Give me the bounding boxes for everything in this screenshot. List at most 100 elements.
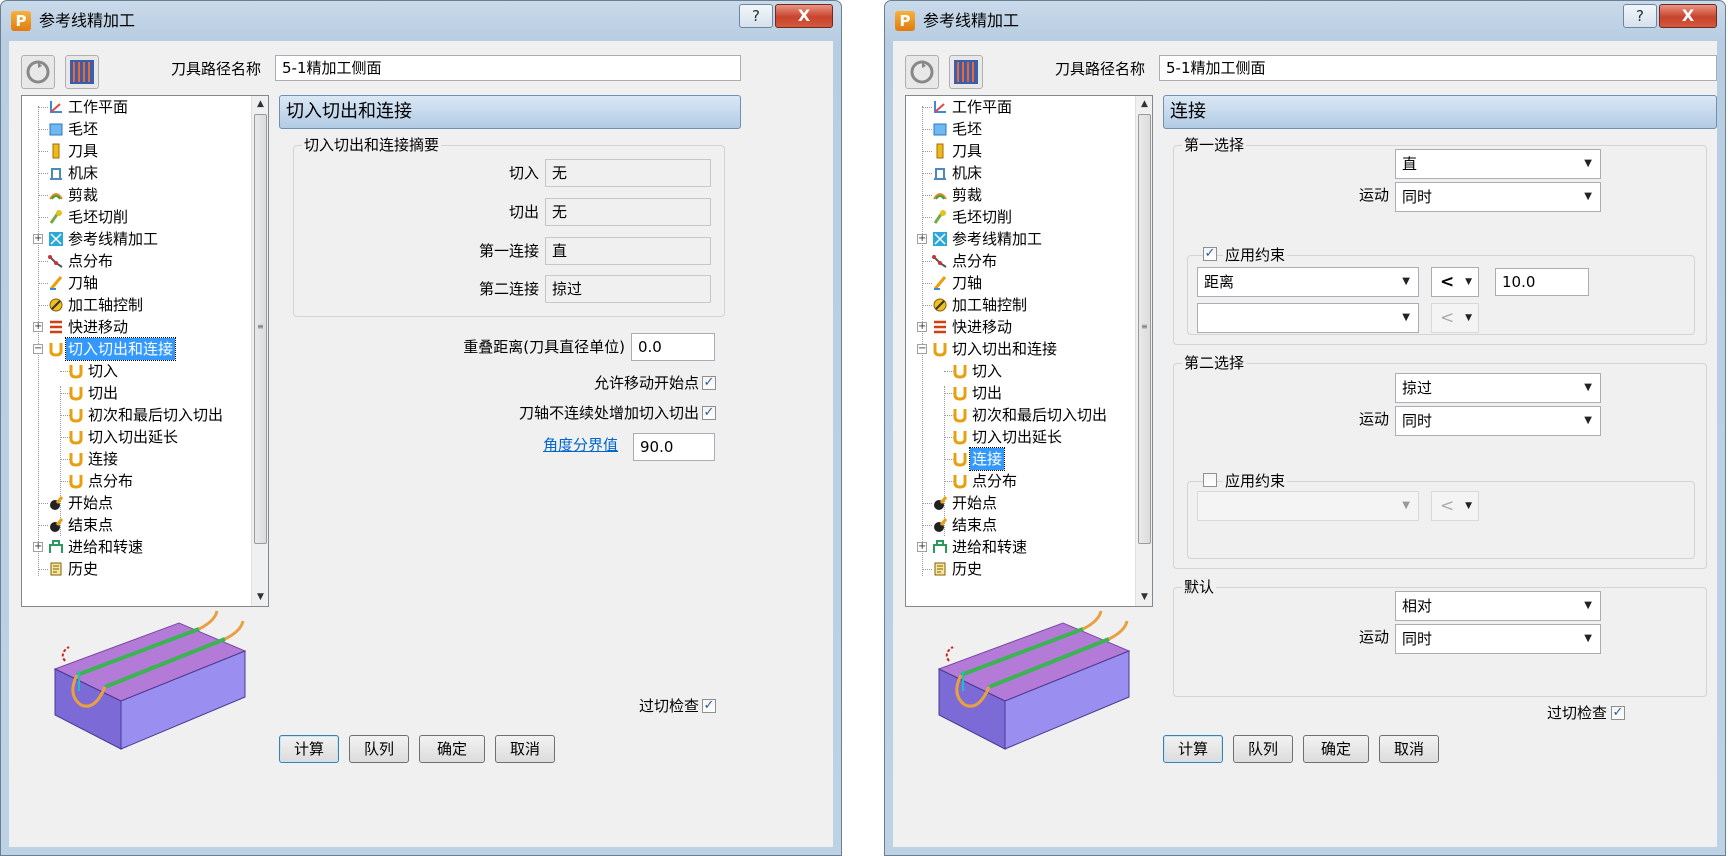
lead-extension-icon xyxy=(69,431,83,445)
expand-icon[interactable]: + xyxy=(917,542,927,552)
collapse-icon[interactable]: − xyxy=(33,344,43,354)
first-choice-select[interactable]: 直 ▼ xyxy=(1395,149,1601,179)
constraint-value-field[interactable]: 10.0 xyxy=(1495,268,1589,296)
recycle-icon xyxy=(26,60,50,84)
second-link-value: 掠过 xyxy=(545,275,711,303)
calculate-button[interactable]: 计算 xyxy=(1163,735,1223,763)
expand-icon[interactable]: + xyxy=(33,542,43,552)
overlap-label: 重叠距离(刀具直径单位) xyxy=(463,338,625,356)
allow-move-start-checkbox[interactable]: ✓ xyxy=(702,376,716,390)
apply-constraint-2-checkbox[interactable] xyxy=(1203,473,1217,487)
recycle-toolpath-button[interactable] xyxy=(21,55,55,89)
start-point-icon xyxy=(934,496,948,510)
toolpath-preview-button[interactable] xyxy=(65,55,99,89)
toolpath-name-field[interactable]: 5-1精加工侧面 xyxy=(275,55,741,81)
powermill-app-icon: P xyxy=(11,11,31,31)
dropdown-arrow-icon: ▼ xyxy=(1584,191,1592,202)
first-choice-title: 第一选择 xyxy=(1182,135,1247,155)
lead-out-label: 切出 xyxy=(508,203,539,221)
overlap-field[interactable]: 0.0 xyxy=(631,333,715,361)
second-motion-select[interactable]: 同时 ▼ xyxy=(1395,406,1601,436)
lead-out-icon xyxy=(69,387,83,401)
gouge-check-checkbox[interactable]: ✓ xyxy=(1611,706,1625,720)
axis-control-icon xyxy=(49,298,63,312)
dropdown-arrow-icon: ▼ xyxy=(1584,415,1592,426)
constraint-2-operator-select[interactable]: < ▼ xyxy=(1431,303,1479,333)
scroll-up-icon[interactable]: ▲ xyxy=(252,96,268,113)
default-title: 默认 xyxy=(1182,577,1217,597)
lead-in-icon xyxy=(69,365,83,379)
point-distribution-icon xyxy=(953,475,967,489)
gouge-check-checkbox[interactable]: ✓ xyxy=(702,699,716,713)
stock-cut-icon xyxy=(933,210,946,224)
toolpath-preview-button[interactable] xyxy=(949,55,983,89)
rapid-move-icon xyxy=(50,320,62,334)
help-button[interactable]: ? xyxy=(1623,4,1657,28)
queue-button[interactable]: 队列 xyxy=(349,735,409,763)
lead-in-icon xyxy=(953,365,967,379)
allow-move-start-label: 允许移动开始点 xyxy=(593,374,699,392)
close-button[interactable]: X xyxy=(1659,4,1717,28)
strategy-preview-image xyxy=(53,610,247,750)
recycle-toolpath-button[interactable] xyxy=(905,55,939,89)
tool-icon xyxy=(936,143,944,159)
scroll-thumb[interactable]: ≡ xyxy=(254,114,267,544)
accept-button[interactable]: 确定 xyxy=(1303,735,1369,763)
point-distribution-icon xyxy=(69,475,83,489)
dropdown-arrow-icon: ▼ xyxy=(1584,158,1592,169)
close-button[interactable]: X xyxy=(775,4,833,28)
rapid-move-icon xyxy=(934,320,946,334)
title-bar[interactable]: P 参考线精加工 ? X xyxy=(1,1,841,41)
angle-threshold-field[interactable]: 90.0 xyxy=(633,433,715,461)
second-motion-label: 运动 xyxy=(1358,410,1389,428)
second-choice-select[interactable]: 掠过 ▼ xyxy=(1395,373,1601,403)
expand-icon[interactable]: + xyxy=(33,322,43,332)
queue-button[interactable]: 队列 xyxy=(1233,735,1293,763)
cancel-button[interactable]: 取消 xyxy=(1379,735,1439,763)
scroll-down-icon[interactable]: ▼ xyxy=(1136,589,1152,606)
history-icon xyxy=(50,562,62,576)
collapse-icon[interactable]: − xyxy=(917,344,927,354)
strategy-tree[interactable]: 工作平面 毛坯 刀具 机床 剪裁 毛坯切削 + 参考线精加工 点分布 刀轴 加工轴… xyxy=(21,95,269,607)
second-choice-title: 第二选择 xyxy=(1182,353,1247,373)
dropdown-arrow-icon: ▼ xyxy=(1465,277,1472,287)
constraint-3-operator-select[interactable]: < ▼ xyxy=(1431,491,1479,521)
constraint-2-type-select[interactable]: ▼ xyxy=(1197,303,1419,333)
default-select[interactable]: 相对 ▼ xyxy=(1395,591,1601,621)
help-button[interactable]: ? xyxy=(739,4,773,28)
toolpath-name-field[interactable]: 5-1精加工侧面 xyxy=(1159,55,1717,81)
tree-scrollbar[interactable]: ▲ ≡ ▼ xyxy=(251,96,268,606)
angle-threshold-link[interactable]: 角度分界值 xyxy=(543,435,618,455)
constraint-3-type-select[interactable]: ▼ xyxy=(1197,491,1419,521)
scroll-down-icon[interactable]: ▼ xyxy=(252,589,268,606)
tree-scrollbar[interactable]: ▲ ≡ ▼ xyxy=(1135,96,1152,606)
strategy-tree[interactable]: 工作平面 毛坯 刀具 机床 剪裁 毛坯切削 + 参考线精加工 点分布 刀轴 加工轴… xyxy=(905,95,1153,607)
expand-icon[interactable]: + xyxy=(917,234,927,244)
default-motion-select[interactable]: 同时 ▼ xyxy=(1395,624,1601,654)
block-icon xyxy=(49,123,63,136)
dropdown-arrow-icon: ▼ xyxy=(1465,501,1472,511)
start-point-icon xyxy=(50,496,64,510)
limit-icon xyxy=(933,193,947,200)
expand-icon[interactable]: + xyxy=(917,322,927,332)
leads-links-icon xyxy=(933,343,947,357)
scroll-thumb[interactable]: ≡ xyxy=(1138,114,1151,544)
constraint-operator-select[interactable]: < ▼ xyxy=(1431,267,1479,297)
calculate-button[interactable]: 计算 xyxy=(279,735,339,763)
add-leads-checkbox[interactable]: ✓ xyxy=(702,406,716,420)
first-link-value: 直 xyxy=(545,237,711,265)
constraint-type-select[interactable]: 距离 ▼ xyxy=(1197,267,1419,297)
summary-group-title: 切入切出和连接摘要 xyxy=(302,135,442,155)
default-motion-label: 运动 xyxy=(1358,628,1389,646)
apply-constraint-1-checkbox[interactable]: ✓ xyxy=(1203,247,1217,261)
tool-icon xyxy=(52,143,60,159)
limit-icon xyxy=(49,193,63,200)
expand-icon[interactable]: + xyxy=(33,234,43,244)
block-icon xyxy=(933,123,947,136)
dropdown-arrow-icon: ▼ xyxy=(1584,600,1592,611)
first-motion-select[interactable]: 同时 ▼ xyxy=(1395,182,1601,212)
accept-button[interactable]: 确定 xyxy=(419,735,485,763)
title-bar[interactable]: P 参考线精加工 ? X xyxy=(885,1,1725,41)
scroll-up-icon[interactable]: ▲ xyxy=(1136,96,1152,113)
cancel-button[interactable]: 取消 xyxy=(495,735,555,763)
